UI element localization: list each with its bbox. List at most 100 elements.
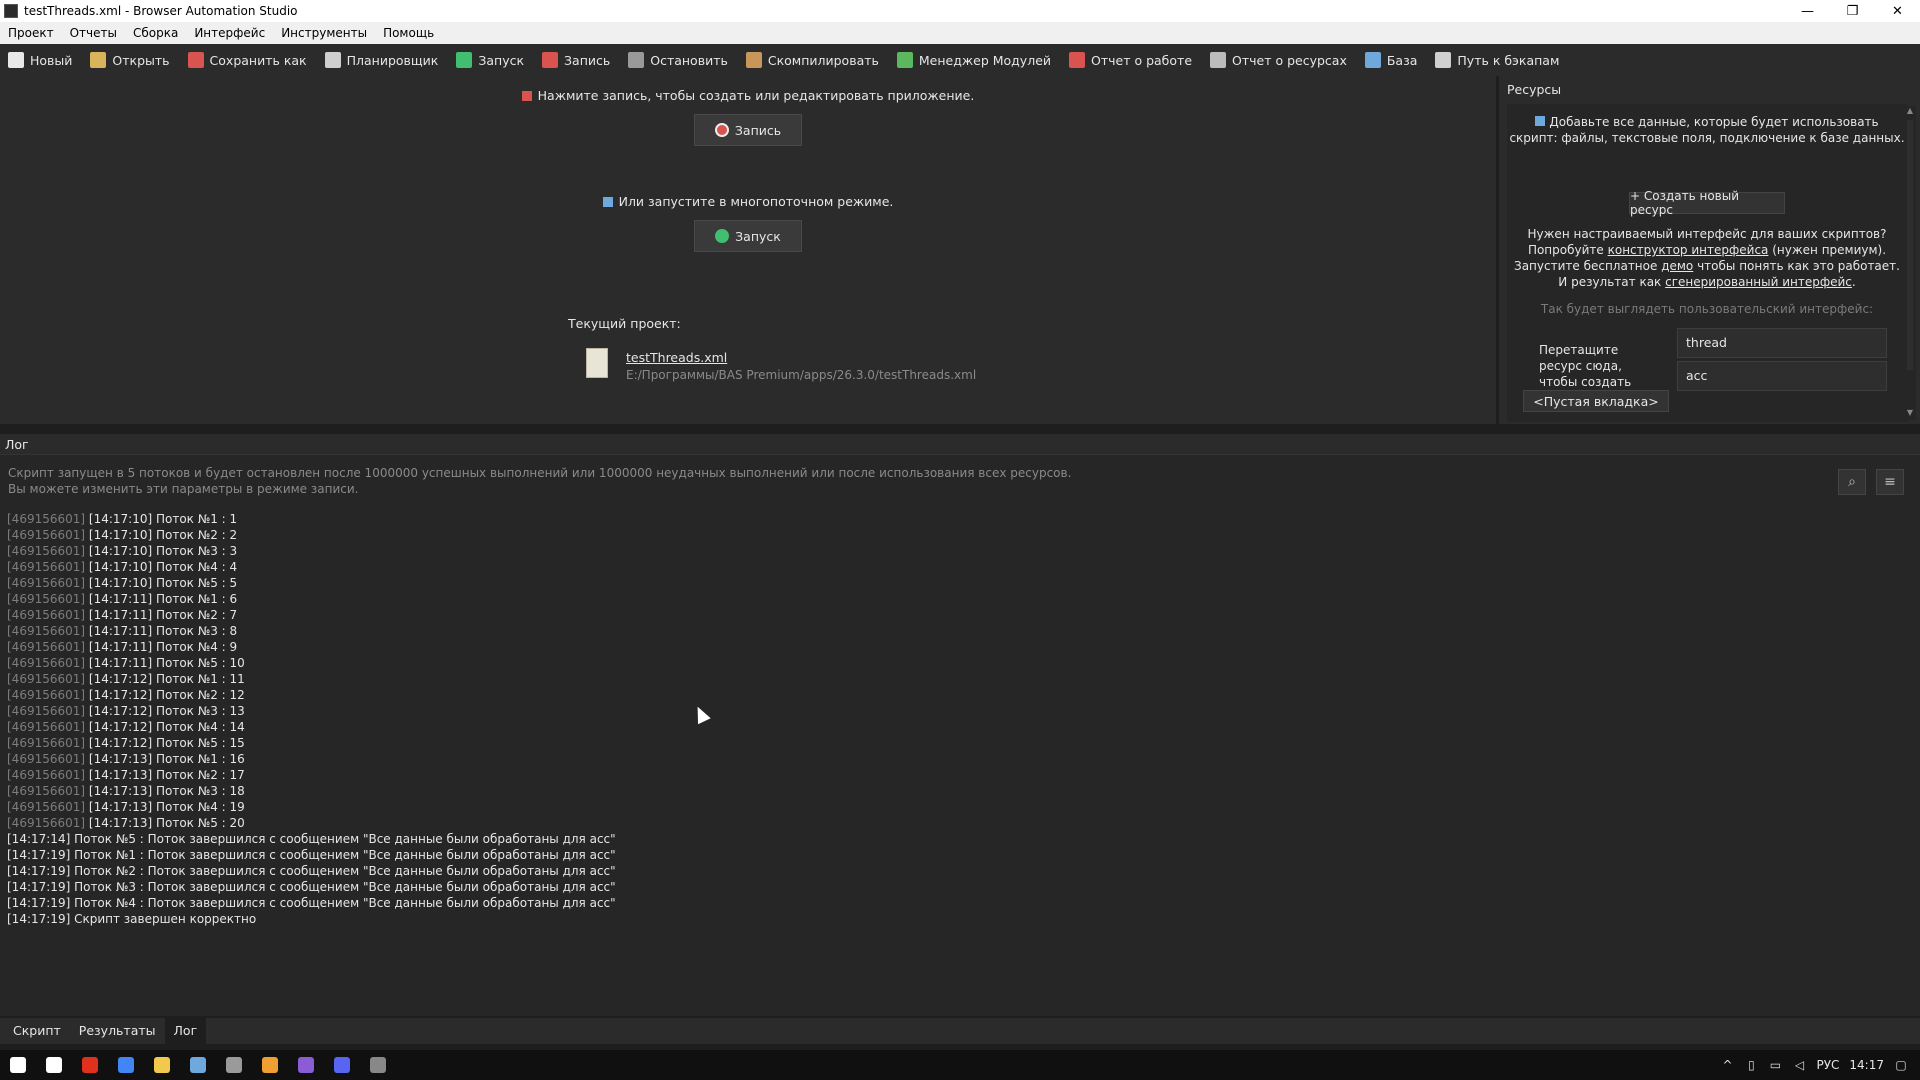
file-icon: [586, 348, 608, 378]
record-button[interactable]: Запись: [694, 114, 802, 146]
scroll-up-icon[interactable]: ▲: [1904, 106, 1916, 118]
toolbar-button-label: Путь к бэкапам: [1457, 52, 1560, 68]
log-line-id: [469156601]: [7, 624, 86, 638]
menu-help[interactable]: Помощь: [375, 22, 442, 44]
toolbar-button-7[interactable]: Скомпилировать: [745, 52, 879, 68]
calendar-icon: [324, 52, 341, 68]
app-icon: [4, 4, 18, 18]
discord-icon: [334, 1057, 350, 1073]
menu-icon[interactable]: ≡: [1876, 469, 1904, 495]
taskbar-app-2[interactable]: [72, 1050, 108, 1080]
menu-reports[interactable]: Отчеты: [62, 22, 125, 44]
title-bar: testThreads.xml - Browser Automation Stu…: [0, 0, 1920, 22]
taskbar: ^ ▯ ▭ ◁ РУС 14:17 ▢: [0, 1050, 1920, 1080]
toolbar-button-11[interactable]: База: [1364, 52, 1417, 68]
toolbar-button-label: Сохранить как: [209, 52, 307, 68]
toolbar-button-label: Менеджер Модулей: [918, 52, 1052, 68]
toolbar-button-8[interactable]: Менеджер Модулей: [896, 52, 1052, 68]
notification-icon[interactable]: ▢: [1894, 1058, 1908, 1072]
menu-interface[interactable]: Интерфейс: [186, 22, 273, 44]
app-icon: [262, 1057, 278, 1073]
taskbar-app-4[interactable]: [144, 1050, 180, 1080]
taskbar-app-9[interactable]: [324, 1050, 360, 1080]
resources-scrollbar[interactable]: ▲ ▼: [1904, 106, 1916, 420]
log-line-id: [469156601]: [7, 608, 86, 622]
taskbar-app-0[interactable]: [0, 1050, 36, 1080]
taskbar-app-7[interactable]: [252, 1050, 288, 1080]
language-indicator[interactable]: РУС: [1816, 1058, 1839, 1072]
log-line-id: [469156601]: [7, 704, 86, 718]
resource-field-acc[interactable]: acc: [1677, 361, 1887, 391]
tab-script[interactable]: Скрипт: [4, 1018, 70, 1044]
volume-icon[interactable]: ◁: [1792, 1058, 1806, 1072]
close-button[interactable]: ✕: [1875, 0, 1920, 22]
log-line-text: [14:17:19] Поток №2 : Поток завершился с…: [7, 864, 616, 878]
project-name-link[interactable]: testThreads.xml: [626, 350, 727, 365]
tab-log[interactable]: Лог: [164, 1018, 207, 1044]
battery-icon[interactable]: ▯: [1744, 1058, 1758, 1072]
clock[interactable]: 14:17: [1849, 1058, 1884, 1072]
run-button[interactable]: Запуск: [694, 220, 802, 252]
log-line-text: [14:17:11] Поток №1 : 6: [85, 592, 238, 606]
log-line-id: [469156601]: [7, 592, 86, 606]
taskbar-app-6[interactable]: [216, 1050, 252, 1080]
toolbar-button-0[interactable]: Новый: [8, 52, 72, 68]
resources-panel: Ресурсы Добавьте все данные, которые буд…: [1496, 76, 1920, 424]
resource-field-thread[interactable]: thread: [1677, 328, 1887, 358]
log-line-id: [469156601]: [7, 640, 86, 654]
terminal-icon: [226, 1057, 242, 1073]
toolbar-button-12[interactable]: Путь к бэкапам: [1435, 52, 1559, 68]
taskbar-app-10[interactable]: [360, 1050, 396, 1080]
drop-zone[interactable]: Перетащите ресурс сюда, чтобы создать но…: [1531, 336, 1661, 405]
menu-build[interactable]: Сборка: [125, 22, 186, 44]
log-line: [14:17:19] Поток №1 : Поток завершился с…: [7, 847, 616, 863]
log-line-text: [14:17:14] Поток №5 : Поток завершился с…: [7, 832, 616, 846]
minimize-button[interactable]: —: [1785, 0, 1830, 22]
chevron-up-icon[interactable]: ^: [1720, 1058, 1734, 1072]
log-line: [14:17:19] Поток №2 : Поток завершился с…: [7, 863, 616, 879]
log-line-text: [14:17:13] Поток №5 : 20: [85, 816, 245, 830]
log-line-id: [469156601]: [7, 768, 86, 782]
toolbar-button-9[interactable]: Отчет о работе: [1069, 52, 1192, 68]
create-resource-button[interactable]: + Создать новый ресурс: [1629, 189, 1785, 217]
toolbar-button-3[interactable]: Планировщик: [324, 52, 438, 68]
toolbar-button-label: Остановить: [650, 52, 728, 68]
scroll-thumb[interactable]: [1907, 120, 1913, 370]
log-line-text: [14:17:11] Поток №5 : 10: [85, 656, 245, 670]
log-line: [469156601] [14:17:13] Поток №4 : 19: [7, 799, 616, 815]
list-icon: [1210, 52, 1227, 68]
resources-content: Добавьте все данные, которые будет испол…: [1507, 104, 1907, 422]
log-line-text: [14:17:11] Поток №3 : 8: [85, 624, 238, 638]
menu-project[interactable]: Проект: [0, 22, 62, 44]
log-line: [469156601] [14:17:11] Поток №5 : 10: [7, 655, 616, 671]
scroll-down-icon[interactable]: ▼: [1904, 408, 1916, 420]
toolbar-button-5[interactable]: Запись: [542, 52, 610, 68]
taskbar-app-3[interactable]: [108, 1050, 144, 1080]
notepad-icon: [190, 1057, 206, 1073]
record-icon: [714, 123, 729, 137]
taskbar-app-5[interactable]: [180, 1050, 216, 1080]
menu-tools[interactable]: Инструменты: [273, 22, 375, 44]
generated-ui-link[interactable]: сгенерированный интерфейс: [1665, 275, 1852, 289]
log-line: [469156601] [14:17:11] Поток №4 : 9: [7, 639, 616, 655]
taskbar-app-1[interactable]: [36, 1050, 72, 1080]
network-icon[interactable]: ▭: [1768, 1058, 1782, 1072]
log-line-id: [469156601]: [7, 528, 86, 542]
taskbar-app-8[interactable]: [288, 1050, 324, 1080]
ui-constructor-link[interactable]: конструктор интерфейса: [1608, 243, 1769, 257]
toolbar-button-2[interactable]: Сохранить как: [187, 52, 307, 68]
toolbar-button-6[interactable]: Остановить: [628, 52, 728, 68]
run-hint: Или запустите в многопоточном режиме.: [0, 194, 1496, 209]
empty-tab-button[interactable]: <Пустая вкладка>: [1523, 390, 1669, 412]
toolbar-button-label: Скомпилировать: [767, 52, 879, 68]
toolbar-button-1[interactable]: Открыть: [90, 52, 170, 68]
demo-link[interactable]: демо: [1661, 259, 1693, 273]
search-icon[interactable]: ⌕: [1838, 469, 1866, 495]
toolbar-button-10[interactable]: Отчет о ресурсах: [1210, 52, 1347, 68]
resources-intro: Добавьте все данные, которые будет испол…: [1509, 115, 1905, 145]
visual-studio-icon: [298, 1057, 314, 1073]
tab-results[interactable]: Результаты: [70, 1018, 165, 1044]
restore-button[interactable]: ❐: [1830, 0, 1875, 22]
toolbar-button-4[interactable]: Запуск: [456, 52, 524, 68]
resources-title: Ресурсы: [1507, 82, 1562, 97]
